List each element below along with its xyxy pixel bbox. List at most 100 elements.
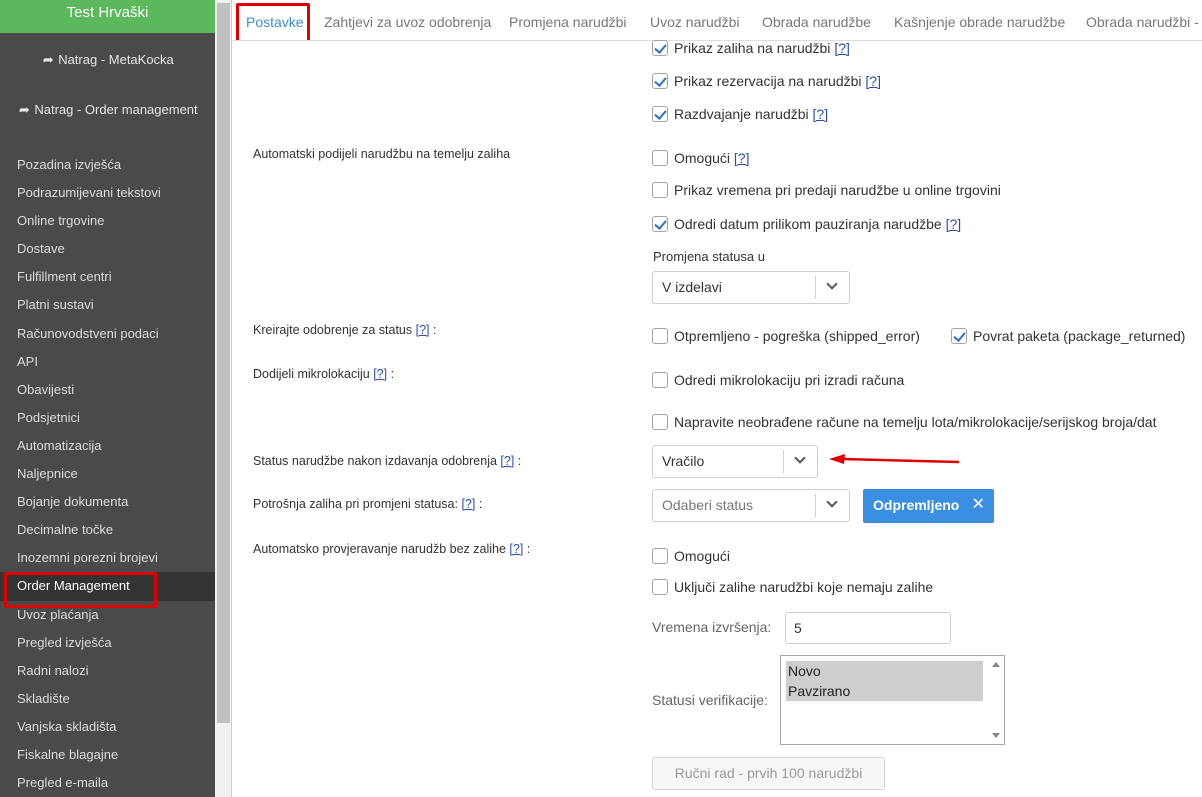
verification-statuses-listbox[interactable]: Novo Pavzirano <box>780 655 1005 745</box>
tab-bar: Postavke Zahtjevi za uvoz odobrenja Prom… <box>233 0 1202 41</box>
checkbox-checked[interactable] <box>652 106 668 122</box>
help-link[interactable]: [?] <box>461 497 475 511</box>
tab-zahtjevi[interactable]: Zahtjevi za uvoz odobrenja <box>324 0 491 40</box>
check-row[interactable]: Razdvajanje narudžbi [?] <box>652 105 828 123</box>
check-row[interactable]: Prikaz zaliha na narudžbi [?] <box>652 39 850 57</box>
create-approval-label: Kreirajte odobrenje za status [?] : <box>253 323 437 337</box>
close-icon[interactable]: ✕ <box>972 489 985 521</box>
checkbox-checked[interactable] <box>951 328 967 344</box>
sidebar-item[interactable]: Pregled e-maila <box>0 769 215 797</box>
checkbox[interactable] <box>652 182 668 198</box>
help-link[interactable]: [?] <box>734 150 750 166</box>
status-after-label: Status narudžbe nakon izdavanja odobrenj… <box>253 454 522 468</box>
check-row[interactable]: Otpremljeno - pogreška (shipped_error) <box>652 327 920 345</box>
check-row[interactable]: Omogući <box>652 547 730 565</box>
help-link[interactable]: [?] <box>416 323 430 337</box>
settings-form: Prikaz zaliha na narudžbi [?] Prikaz rez… <box>233 39 1202 797</box>
chevron-down-icon <box>826 496 838 508</box>
check-row[interactable]: Povrat paketa (package_returned) <box>951 327 1185 345</box>
sidebar-item[interactable]: Inozemni porezni brojevi <box>0 544 215 572</box>
sidebar-item[interactable]: Podrazumijevani tekstovi <box>0 179 215 207</box>
tab-postavke[interactable]: Postavke <box>246 0 304 40</box>
sidebar-item[interactable]: Fiskalne blagajne <box>0 741 215 769</box>
exec-times-input[interactable]: 5 <box>785 612 951 644</box>
stock-consumption-label: Potrošnja zaliha pri promjeni statusa: [… <box>253 497 483 511</box>
help-link[interactable]: [?] <box>865 73 881 89</box>
sidebar-item[interactable]: Bojanje dokumenta <box>0 488 215 516</box>
sidebar-item[interactable]: Fulfillment centri <box>0 263 215 291</box>
selected-status-tag: Odpremljeno ✕ <box>863 489 994 523</box>
help-link[interactable]: [?] <box>509 542 523 556</box>
tab-obrada-narudzbe[interactable]: Obrada narudžbe <box>762 0 871 40</box>
sidebar-item[interactable]: API <box>0 348 215 376</box>
checkbox-checked[interactable] <box>652 40 668 56</box>
sidebar-item[interactable]: Decimalne točke <box>0 516 215 544</box>
sidebar-item[interactable]: Radni nalozi <box>0 657 215 685</box>
sidebar-item[interactable]: Pozadina izvješća <box>0 151 215 179</box>
check-row[interactable]: Odredi mikrolokaciju pri izradi računa <box>652 371 904 389</box>
check-row[interactable]: Prikaz vremena pri predaji narudžbe u on… <box>652 181 1001 199</box>
sidebar-scrollbar[interactable] <box>215 0 232 797</box>
back-metakocka-link[interactable]: ➦ Natrag - MetaKocka <box>0 33 215 83</box>
back-order-management-label: Natrag - Order management <box>34 102 198 117</box>
scroll-down-icon[interactable] <box>992 733 1000 738</box>
scrollbar-thumb[interactable] <box>217 3 230 723</box>
red-arrow-annotation <box>829 454 960 464</box>
chevron-down-icon <box>826 278 838 290</box>
sidebar-item[interactable]: Online trgovine <box>0 207 215 235</box>
tab-kasnjenje-obrade[interactable]: Kašnjenje obrade narudžbe <box>894 0 1065 40</box>
stock-status-select[interactable]: Odaberi status <box>652 489 850 522</box>
back-order-management-link[interactable]: ➦ Natrag - Order management <box>0 83 215 133</box>
status-after-select[interactable]: Vračilo <box>652 445 818 478</box>
sidebar: Test Hrvaški ➦ Natrag - MetaKocka ➦ Natrag… <box>0 0 215 797</box>
check-row[interactable]: Omogući [?] <box>652 149 750 167</box>
status-change-select[interactable]: V izdelavi <box>652 271 850 304</box>
help-link[interactable]: [?] <box>813 106 829 122</box>
logout-icon: ➦ <box>42 52 54 67</box>
help-link[interactable]: [?] <box>500 454 514 468</box>
brand-title: Test Hrvaški <box>0 0 215 33</box>
check-row[interactable]: Prikaz rezervacija na narudžbi [?] <box>652 72 881 90</box>
list-item[interactable]: Pavzirano <box>786 681 983 701</box>
sidebar-item[interactable]: Dostave <box>0 235 215 263</box>
checkbox[interactable] <box>652 372 668 388</box>
sidebar-nav: Pozadina izvješća Podrazumijevani teksto… <box>0 151 215 797</box>
checkbox-checked[interactable] <box>652 73 668 89</box>
checkbox[interactable] <box>652 328 668 344</box>
auto-check-label: Automatsko provjeravanje narudžb bez zal… <box>253 542 531 556</box>
tab-obrada-narudzbi-a[interactable]: Obrada narudžbi - a <box>1086 0 1202 40</box>
checkbox[interactable] <box>652 150 668 166</box>
checkbox[interactable] <box>652 548 668 564</box>
help-link[interactable]: [?] <box>373 367 387 381</box>
exec-times-label: Vremena izvršenja: <box>652 619 772 635</box>
help-link[interactable]: [?] <box>946 216 962 232</box>
sidebar-item[interactable]: Računovodstveni podaci <box>0 320 215 348</box>
scroll-up-icon[interactable] <box>992 662 1000 667</box>
tab-uvoz-narudzbi[interactable]: Uvoz narudžbi <box>650 0 740 40</box>
statuses-label: Statusi verifikacije: <box>652 692 768 708</box>
logout-icon: ➦ <box>18 102 30 117</box>
help-link[interactable]: [?] <box>834 40 850 56</box>
sidebar-item-order-management[interactable]: Order Management <box>0 572 215 609</box>
list-item[interactable]: Novo <box>786 661 983 681</box>
sidebar-item[interactable]: Skladište <box>0 685 215 713</box>
tab-promjena-narudzbi[interactable]: Promjena narudžbi <box>509 0 627 40</box>
manual-run-button[interactable]: Ručni rad - prvih 100 narudžbi <box>652 757 885 790</box>
check-row[interactable]: Uključi zalihe narudžbi koje nemaju zali… <box>652 578 933 596</box>
back-metakocka-label: Natrag - MetaKocka <box>58 52 174 67</box>
status-change-label: Promjena statusa u <box>653 249 766 264</box>
checkbox[interactable] <box>652 579 668 595</box>
sidebar-item[interactable]: Naljepnice <box>0 460 215 488</box>
sidebar-item[interactable]: Platni sustavi <box>0 291 215 319</box>
sidebar-item[interactable]: Pregled izvješća <box>0 629 215 657</box>
auto-split-label: Automatski podijeli narudžbu na temelju … <box>253 147 511 161</box>
checkbox-checked[interactable] <box>652 216 668 232</box>
sidebar-item[interactable]: Vanjska skladišta <box>0 713 215 741</box>
sidebar-item[interactable]: Obavijesti <box>0 376 215 404</box>
sidebar-item[interactable]: Automatizacija <box>0 432 215 460</box>
checkbox[interactable] <box>652 414 668 430</box>
sidebar-item[interactable]: Podsjetnici <box>0 404 215 432</box>
microlocation-label: Dodijeli mikrolokaciju [?] : <box>253 367 395 381</box>
check-row[interactable]: Odredi datum prilikom pauziranja narudžb… <box>652 215 961 233</box>
check-row[interactable]: Napravite neobrađene račune na temelju l… <box>652 413 1157 431</box>
